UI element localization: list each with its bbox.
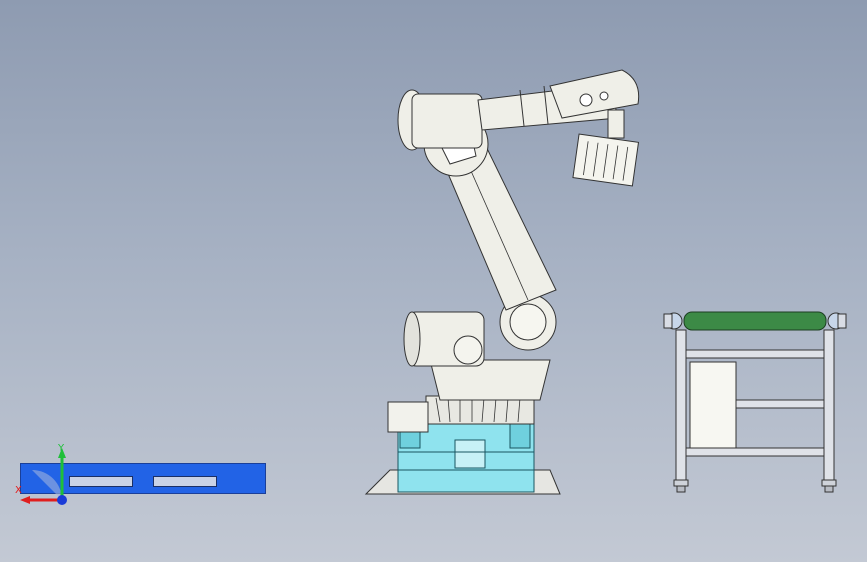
triad-icon <box>20 448 67 505</box>
wrist-flange <box>607 109 625 139</box>
x-axis-label: X <box>15 485 22 496</box>
plate-slot <box>153 476 217 487</box>
conveyor-leg <box>823 329 835 481</box>
wrist-housing <box>549 69 640 119</box>
conveyor-panel <box>689 361 737 449</box>
plate-slot <box>69 476 133 487</box>
conveyor-leg <box>675 329 687 481</box>
coordinate-triad: Y X <box>14 440 74 510</box>
graphics-viewport[interactable]: Y X <box>0 0 867 562</box>
conveyor-belt <box>683 311 827 331</box>
y-axis-label: Y <box>58 443 65 454</box>
robot-assembly[interactable] <box>360 60 660 500</box>
cable-box <box>387 401 429 433</box>
gripper <box>572 133 640 187</box>
conveyor-assembly[interactable] <box>660 308 850 498</box>
